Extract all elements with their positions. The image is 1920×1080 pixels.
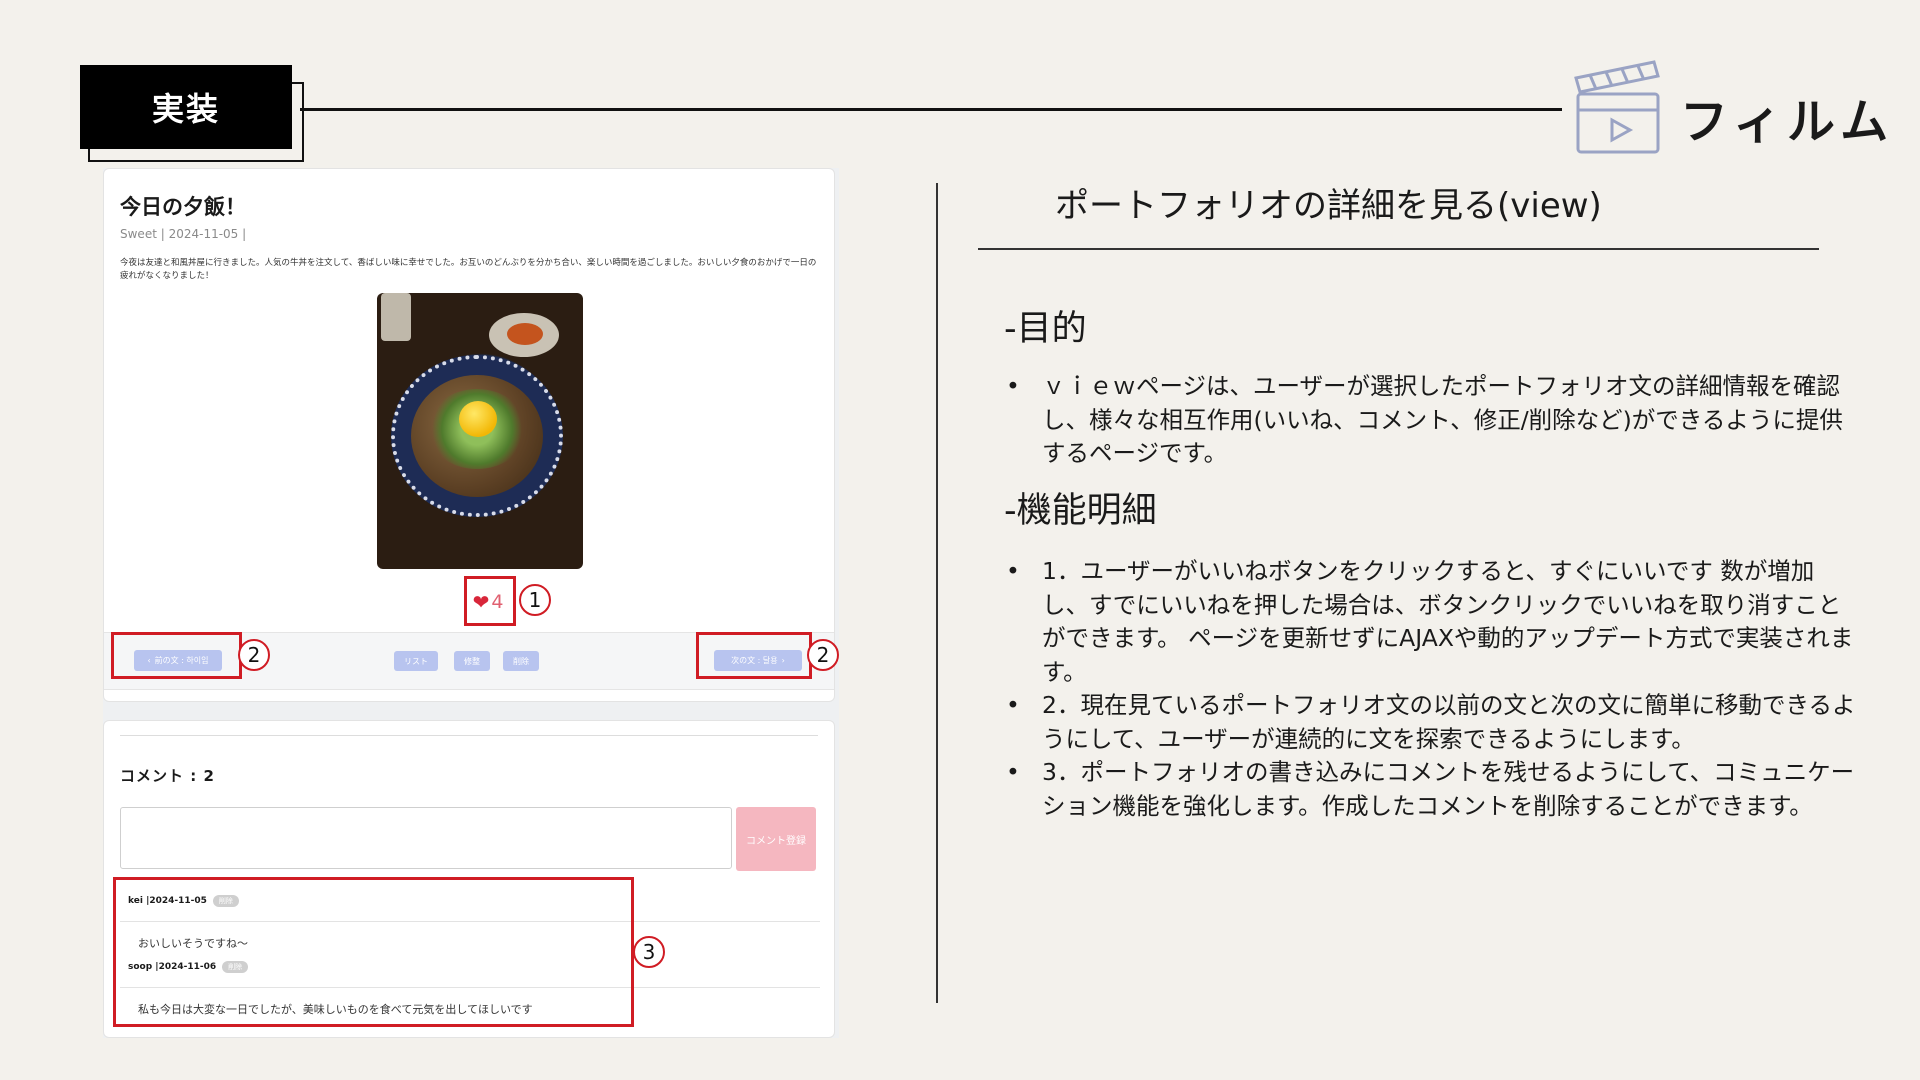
feature-item-3: 3．ポートフォリオの書き込みにコメントを残せるようにして、コミュニケーション機能… <box>1000 756 1860 823</box>
annotation-box-next <box>696 632 812 679</box>
photo-egg-yolk <box>459 401 497 437</box>
features-list: 1．ユーザーがいいねボタンをクリックすると、すぐにいいです 数が増加し、すでにい… <box>1000 555 1860 823</box>
purpose-text: ｖｉｅｗページは、ユーザーが選択したポートフォリオ文の詳細情報を確認し、様々な相… <box>1000 370 1860 471</box>
annotation-number-2-left: 2 <box>238 639 270 671</box>
vertical-divider <box>936 183 938 1003</box>
section-tag: 実装 <box>80 65 292 149</box>
delete-button[interactable]: 削除 <box>503 651 539 671</box>
comment-count: コメント : 2 <box>120 767 215 785</box>
annotation-number-3: 3 <box>633 936 665 968</box>
annotation-box-prev <box>111 632 242 679</box>
photo-side-dish <box>489 313 559 357</box>
description-title: ポートフォリオの詳細を見る(view) <box>1055 186 1602 226</box>
comment-input[interactable] <box>120 807 732 869</box>
feature-item-2: 2．現在見ているポートフォリオ文の以前の文と次の文に簡単に移動できるようにして、… <box>1000 689 1860 756</box>
clapperboard-icon <box>1574 60 1660 154</box>
post-photo <box>377 293 583 569</box>
comment-submit-button[interactable]: コメント登録 <box>736 807 816 871</box>
comment-divider <box>120 735 818 736</box>
description-rule <box>978 248 1819 250</box>
app-screenshot: 今日の夕飯！ Sweet | 2024-11-05 | 今夜は友達と和風丼屋に行… <box>103 168 839 1038</box>
header-divider <box>300 108 1562 111</box>
annotation-number-2-right: 2 <box>807 639 839 671</box>
post-body: 今夜は友達と和風丼屋に行きました。人気の牛丼を注文して、香ばしい味に幸せでした。… <box>120 258 817 281</box>
features-heading: -機能明細 <box>1004 491 1157 531</box>
feature-item-1: 1．ユーザーがいいねボタンをクリックすると、すぐにいいです 数が増加し、すでにい… <box>1000 555 1860 689</box>
post-title: 今日の夕飯！ <box>120 195 246 219</box>
annotation-number-1: 1 <box>519 584 551 616</box>
purpose-heading: -目的 <box>1004 309 1087 349</box>
purpose-list: ｖｉｅｗページは、ユーザーが選択したポートフォリオ文の詳細情報を確認し、様々な相… <box>1000 370 1860 471</box>
annotation-box-comments <box>113 877 634 1027</box>
edit-button[interactable]: 修整 <box>454 651 490 671</box>
list-button[interactable]: リスト <box>394 651 438 671</box>
post-meta: Sweet | 2024-11-05 | <box>120 227 247 241</box>
annotation-box-like <box>464 576 516 626</box>
photo-glass <box>381 293 411 341</box>
brand-label: フィルム <box>1680 94 1895 150</box>
